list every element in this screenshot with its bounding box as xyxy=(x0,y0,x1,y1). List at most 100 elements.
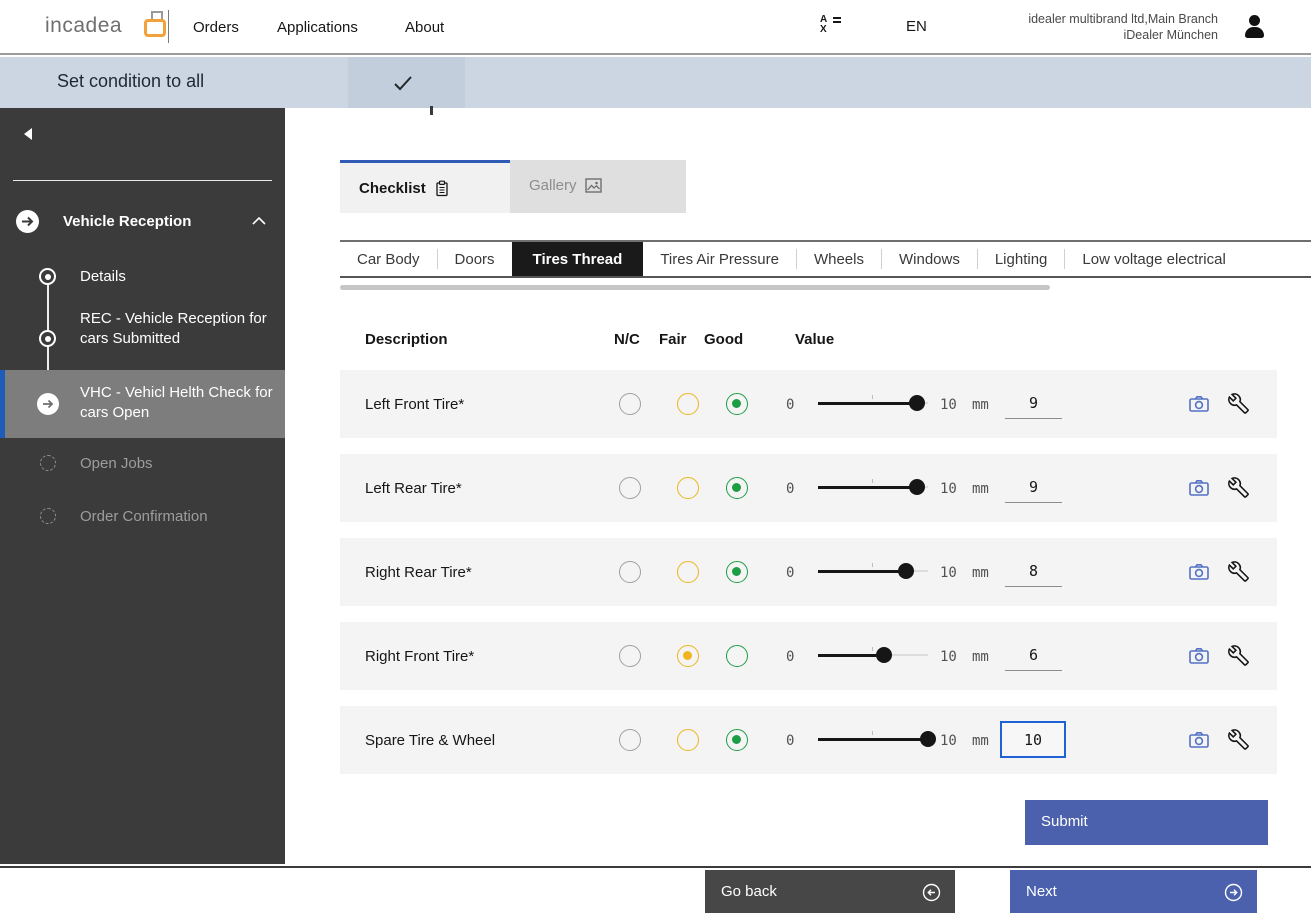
checklist-tab-label: Checklist xyxy=(359,180,426,197)
user-avatar-icon[interactable] xyxy=(1240,13,1268,41)
app-window: incadea Orders Applications About AX EN … xyxy=(0,0,1311,913)
tread-depth-slider[interactable] xyxy=(818,395,928,411)
slider-thumb[interactable] xyxy=(909,395,925,411)
radio-good[interactable] xyxy=(726,393,748,415)
next-button[interactable]: Next xyxy=(1010,870,1257,913)
radio-fair[interactable] xyxy=(677,477,699,499)
slider-thumb[interactable] xyxy=(920,731,936,747)
row-description: Right Front Tire* xyxy=(365,648,474,665)
gallery-tab-label: Gallery xyxy=(529,177,577,194)
nav-about[interactable]: About xyxy=(405,19,444,36)
radio-good[interactable] xyxy=(726,561,748,583)
language-selector[interactable]: EN xyxy=(906,18,927,35)
wrench-icon[interactable] xyxy=(1228,561,1250,583)
horizontal-scrollbar[interactable] xyxy=(340,285,1050,290)
tread-depth-slider[interactable] xyxy=(818,731,928,747)
active-step-stripe xyxy=(0,370,5,438)
radio-good[interactable] xyxy=(726,729,748,751)
slider-thumb[interactable] xyxy=(909,479,925,495)
radio-fair[interactable] xyxy=(677,561,699,583)
value-input[interactable] xyxy=(1005,387,1062,419)
category-tab[interactable]: Windows xyxy=(882,242,977,276)
nav-orders[interactable]: Orders xyxy=(193,19,239,36)
value-input[interactable] xyxy=(1005,639,1062,671)
slider-max-label: 10 xyxy=(940,565,957,581)
step-current-icon xyxy=(37,393,59,415)
value-input[interactable] xyxy=(1000,721,1066,758)
camera-icon[interactable] xyxy=(1188,477,1210,499)
incadea-logo: incadea xyxy=(45,14,122,38)
slider-max-label: 10 xyxy=(940,481,957,497)
radio-nc[interactable] xyxy=(619,477,641,499)
camera-icon[interactable] xyxy=(1188,645,1210,667)
wrench-icon[interactable] xyxy=(1228,729,1250,751)
col-header-good: Good xyxy=(704,331,743,348)
col-header-fair: Fair xyxy=(659,331,687,348)
collapse-sidebar-icon[interactable] xyxy=(24,128,32,140)
value-input[interactable] xyxy=(1005,471,1062,503)
radio-fair[interactable] xyxy=(677,645,699,667)
tab-checklist[interactable]: Checklist xyxy=(340,160,510,213)
translate-sort-icon[interactable]: AX xyxy=(820,15,846,39)
category-tab[interactable]: Tires Thread xyxy=(512,242,644,276)
account-line1: idealer multibrand ltd,Main Branch xyxy=(958,11,1218,27)
tread-depth-slider[interactable] xyxy=(818,563,928,579)
value-input[interactable] xyxy=(1005,555,1062,587)
category-tab[interactable]: Lighting xyxy=(978,242,1065,276)
sidebar-step-details[interactable]: Details xyxy=(80,267,280,287)
condition-dropdown[interactable] xyxy=(348,57,465,108)
wrench-icon[interactable] xyxy=(1228,477,1250,499)
tread-depth-slider[interactable] xyxy=(818,479,928,495)
category-tab[interactable]: Doors xyxy=(438,242,512,276)
radio-nc[interactable] xyxy=(619,729,641,751)
nav-applications[interactable]: Applications xyxy=(277,19,358,36)
category-tabs: Car BodyDoorsTires ThreadTires Air Press… xyxy=(340,240,1311,278)
slider-unit-label: mm xyxy=(972,649,989,665)
checklist-row: Right Rear Tire* 0 10 mm xyxy=(340,538,1277,606)
camera-icon[interactable] xyxy=(1188,729,1210,751)
category-tab[interactable]: Tires Air Pressure xyxy=(643,242,796,276)
radio-good[interactable] xyxy=(726,477,748,499)
wrench-icon[interactable] xyxy=(1228,393,1250,415)
slider-thumb[interactable] xyxy=(898,563,914,579)
radio-fair[interactable] xyxy=(677,393,699,415)
radio-good[interactable] xyxy=(726,645,748,667)
col-header-description: Description xyxy=(365,331,448,348)
camera-icon[interactable] xyxy=(1188,393,1210,415)
radio-nc[interactable] xyxy=(619,393,641,415)
gallery-image-icon xyxy=(585,178,602,193)
tab-gallery[interactable]: Gallery xyxy=(510,160,686,213)
category-tab[interactable]: Low voltage electrical xyxy=(1065,242,1242,276)
slider-unit-label: mm xyxy=(972,565,989,581)
radio-nc[interactable] xyxy=(619,645,641,667)
sidebar-step-vhc-active[interactable]: VHC - Vehicl Helth Check for cars Open xyxy=(0,370,285,438)
go-back-button[interactable]: Go back xyxy=(705,870,955,913)
col-header-nc: N/C xyxy=(614,331,640,348)
check-icon xyxy=(392,73,414,93)
set-condition-label: Set condition to all xyxy=(57,71,204,92)
sidebar-section-vehicle-reception[interactable]: Vehicle Reception xyxy=(0,206,285,246)
slider-min-label: 0 xyxy=(786,733,794,749)
submit-button[interactable]: Submit xyxy=(1025,800,1268,845)
step-done-icon xyxy=(39,268,56,285)
wrench-icon[interactable] xyxy=(1228,645,1250,667)
checklist-row: Right Front Tire* 0 10 mm xyxy=(340,622,1277,690)
slider-thumb[interactable] xyxy=(876,647,892,663)
slider-max-label: 10 xyxy=(940,733,957,749)
arrow-right-circle-icon xyxy=(16,210,39,233)
account-info: idealer multibrand ltd,Main Branch iDeal… xyxy=(958,11,1218,43)
category-tab[interactable]: Car Body xyxy=(340,242,437,276)
arrow-left-circle-icon xyxy=(922,883,941,902)
radio-fair[interactable] xyxy=(677,729,699,751)
radio-nc[interactable] xyxy=(619,561,641,583)
tread-depth-slider[interactable] xyxy=(818,647,928,663)
category-tab[interactable]: Wheels xyxy=(797,242,881,276)
camera-icon[interactable] xyxy=(1188,561,1210,583)
checklist-row: Spare Tire & Wheel 0 10 mm xyxy=(340,706,1277,774)
pending-step-label: Open Jobs xyxy=(80,454,280,474)
logo-orange-square-icon xyxy=(144,19,166,37)
clipboard-icon xyxy=(434,180,450,197)
chevron-up-icon[interactable] xyxy=(252,216,266,225)
top-header: incadea Orders Applications About AX EN … xyxy=(0,0,1311,55)
sidebar-step-rec[interactable]: REC - Vehicle Reception for cars Submitt… xyxy=(80,309,280,349)
